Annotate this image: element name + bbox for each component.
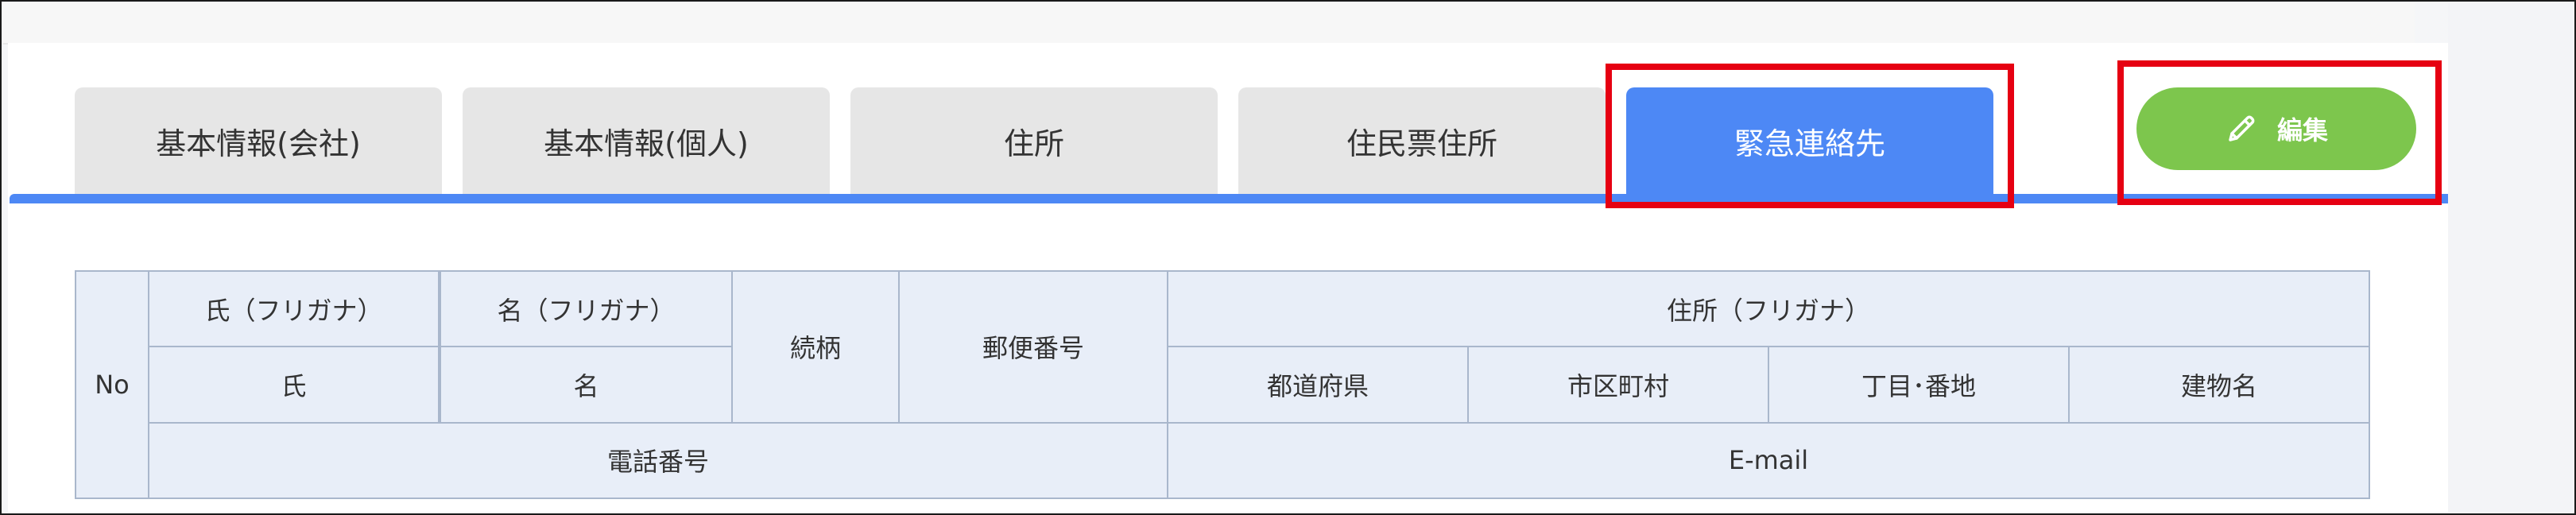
- edit-button-label: 編集: [2276, 115, 2328, 145]
- header-last-name: 氏: [148, 346, 440, 424]
- header-last-name-kana: 氏（フリガナ）: [148, 269, 440, 348]
- header-building: 建物名: [2067, 346, 2371, 424]
- header-address-kana: 住所（フリガナ）: [1166, 269, 2371, 348]
- edit-button[interactable]: 編集: [2136, 87, 2416, 170]
- right-gutter: [2448, 3, 2574, 512]
- tab-basic-info-personal[interactable]: 基本情報(個人): [463, 87, 830, 194]
- top-strip: [3, 3, 2415, 45]
- header-no: No: [75, 270, 149, 499]
- emergency-contact-table: No 氏（フリガナ） 名（フリガナ） 続柄 郵便番号 住所（フリガナ） 氏 名 …: [75, 269, 2371, 500]
- header-first-name: 名: [438, 346, 733, 424]
- header-email: E-mail: [1166, 421, 2371, 500]
- header-prefecture: 都道府県: [1167, 346, 1469, 424]
- header-postal-code: 郵便番号: [898, 270, 1168, 424]
- tab-emergency-contact[interactable]: 緊急連絡先: [1626, 87, 1993, 194]
- tab-address[interactable]: 住所: [850, 87, 1218, 194]
- header-relationship: 続柄: [731, 270, 900, 424]
- header-first-name-kana: 名（フリガナ）: [438, 269, 733, 348]
- tab-resident-address[interactable]: 住民票住所: [1238, 87, 1606, 194]
- pencil-icon: [2225, 112, 2258, 145]
- header-phone: 電話番号: [148, 421, 1168, 500]
- screenshot-frame: 基本情報(会社) 基本情報(個人) 住所 住民票住所 緊急連絡先 編集 No 氏…: [0, 0, 2576, 515]
- header-block: 丁目･番地: [1768, 346, 2070, 424]
- header-city: 市区町村: [1467, 346, 1769, 424]
- tab-underline: [10, 194, 2448, 203]
- tab-basic-info-company[interactable]: 基本情報(会社): [75, 87, 442, 194]
